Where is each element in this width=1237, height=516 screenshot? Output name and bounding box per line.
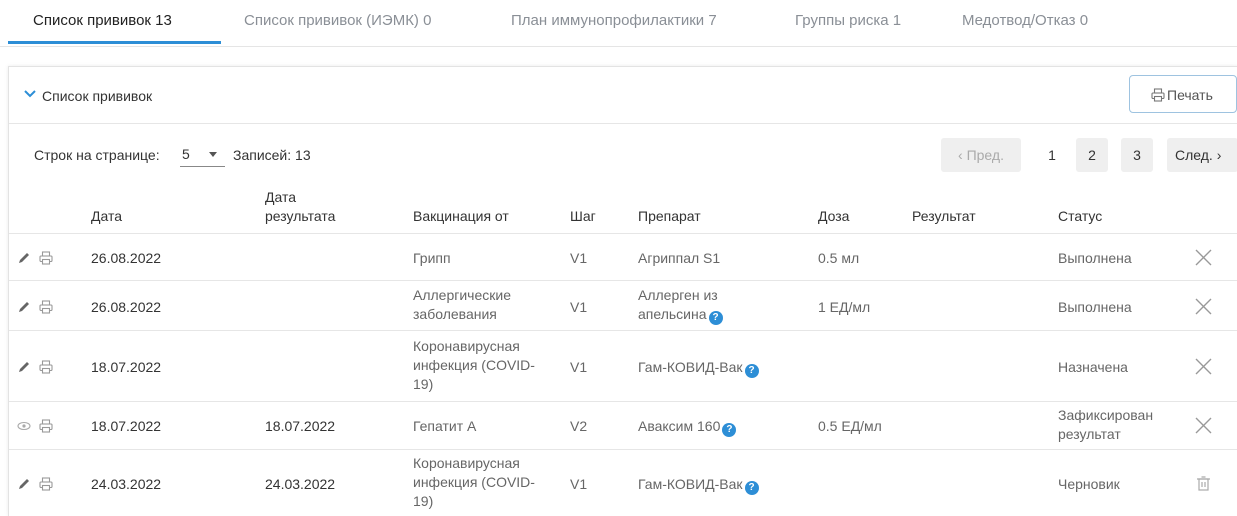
cell-date: 26.08.2022 xyxy=(91,299,162,315)
help-icon[interactable]: ? xyxy=(708,311,723,325)
cell-date: 24.03.2022 xyxy=(91,476,162,492)
col-result-date[interactable]: Дата результата xyxy=(265,188,355,226)
col-status[interactable]: Статус xyxy=(1058,207,1102,226)
cell-status: Черновик xyxy=(1058,476,1120,492)
help-icon[interactable]: ? xyxy=(744,481,759,495)
cell-date: 18.07.2022 xyxy=(91,418,162,434)
pencil-icon[interactable] xyxy=(17,300,31,314)
records-count: Записей: 13 xyxy=(233,147,311,163)
cell-dose: 1 ЕД/мл xyxy=(818,299,871,315)
cell-step: V1 xyxy=(570,476,588,492)
cell-vaccination-from: Гепатит А xyxy=(413,418,477,434)
rows-per-page-value: 5 xyxy=(182,146,190,162)
pager-row: Строк на странице: 5 Записей: 13 ‹ Пред.… xyxy=(9,124,1237,176)
col-date[interactable]: Дата xyxy=(91,207,122,226)
cell-dose: 0.5 ЕД/мл xyxy=(818,418,882,434)
col-drug[interactable]: Препарат xyxy=(638,207,701,226)
cell-drug: Аваксим 160? xyxy=(638,417,737,437)
printer-icon[interactable] xyxy=(39,251,53,265)
cell-result-date: 18.07.2022 xyxy=(265,418,336,434)
cell-step: V1 xyxy=(570,299,588,315)
drug-name: Гам-КОВИД-Вак xyxy=(638,476,743,492)
print-button[interactable]: Печать xyxy=(1129,75,1237,113)
cell-status: Назначена xyxy=(1058,359,1128,375)
cell-status: Зафиксирован результат xyxy=(1058,407,1154,442)
active-tab-indicator xyxy=(8,41,221,44)
pencil-icon[interactable] xyxy=(17,251,31,265)
tab-immunoprophylaxis-plan[interactable]: План иммунопрофилактики 7 xyxy=(511,12,717,29)
close-icon[interactable] xyxy=(1194,297,1213,316)
cell-result-date: 24.03.2022 xyxy=(265,476,336,492)
eye-icon[interactable] xyxy=(17,419,31,433)
tab-bar: Список прививок 13 Список прививок (ИЭМК… xyxy=(0,0,1237,47)
page-button-2[interactable]: 2 xyxy=(1076,138,1108,172)
page-button-3[interactable]: 3 xyxy=(1121,138,1153,172)
printer-icon[interactable] xyxy=(39,419,53,433)
col-vaccination-from[interactable]: Вакцинация от xyxy=(413,207,509,226)
chevron-down-icon[interactable] xyxy=(23,87,37,101)
cell-drug: Агриппал S1 xyxy=(638,250,721,266)
tab-medical-exemption[interactable]: Медотвод/Отказ 0 xyxy=(962,12,1088,29)
table-row[interactable]: 18.07.2022 Коронавирусная инфекция (COVI… xyxy=(9,331,1237,402)
close-icon[interactable] xyxy=(1194,248,1213,267)
cell-step: V2 xyxy=(570,418,588,434)
close-icon[interactable] xyxy=(1194,416,1213,435)
print-button-label: Печать xyxy=(1167,87,1213,103)
printer-icon xyxy=(1151,88,1165,102)
caret-down-icon xyxy=(209,152,217,157)
table-row[interactable]: 26.08.2022 Аллергические заболевания V1 … xyxy=(9,281,1237,331)
trash-icon[interactable] xyxy=(1194,474,1213,493)
drug-name: Аллерген из апельсина xyxy=(638,287,718,322)
table-row[interactable]: 26.08.2022 Грипп V1 Агриппал S1 0.5 мл В… xyxy=(9,234,1237,281)
vaccination-panel: Список прививок Печать Строк на странице… xyxy=(8,66,1237,516)
cell-drug: Аллерген из апельсина? xyxy=(638,286,758,325)
records-value: 13 xyxy=(295,147,311,163)
cell-status: Выполнена xyxy=(1058,250,1132,266)
cell-step: V1 xyxy=(570,250,588,266)
table-row[interactable]: 24.03.2022 24.03.2022 Коронавирусная инф… xyxy=(9,450,1237,516)
cell-vaccination-from: Коронавирусная инфекция (COVID-19) xyxy=(413,455,535,509)
table-header: Дата Дата результата Вакцинация от Шаг П… xyxy=(9,177,1237,234)
cell-drug: Гам-КОВИД-Вак? xyxy=(638,475,759,495)
tab-vaccination-list[interactable]: Список прививок 13 xyxy=(33,12,172,29)
tab-vaccination-list-iemk[interactable]: Список прививок (ИЭМК) 0 xyxy=(244,12,431,29)
col-step[interactable]: Шаг xyxy=(570,207,596,226)
cell-vaccination-from: Грипп xyxy=(413,250,451,266)
prev-page-button[interactable]: ‹ Пред. xyxy=(941,138,1021,172)
next-page-button[interactable]: След. › xyxy=(1167,138,1237,172)
cell-step: V1 xyxy=(570,359,588,375)
cell-drug: Гам-КОВИД-Вак? xyxy=(638,358,759,378)
tab-risk-groups[interactable]: Группы риска 1 xyxy=(795,12,901,29)
cell-date: 26.08.2022 xyxy=(91,250,162,266)
pencil-icon[interactable] xyxy=(17,477,31,491)
page-button-1[interactable]: 1 xyxy=(1039,138,1065,172)
cell-vaccination-from: Коронавирусная инфекция (COVID-19) xyxy=(413,338,535,392)
rows-per-page-label: Строк на странице: xyxy=(34,147,160,163)
table-row[interactable]: 18.07.2022 18.07.2022 Гепатит А V2 Авакс… xyxy=(9,402,1237,450)
panel-header[interactable]: Список прививок Печать xyxy=(9,67,1237,124)
col-dose[interactable]: Доза xyxy=(818,207,849,226)
printer-icon[interactable] xyxy=(39,477,53,491)
pencil-icon[interactable] xyxy=(17,360,31,374)
rows-per-page-select[interactable]: 5 xyxy=(180,144,225,167)
col-result[interactable]: Результат xyxy=(912,207,976,226)
printer-icon[interactable] xyxy=(39,360,53,374)
close-icon[interactable] xyxy=(1194,357,1213,376)
drug-name: Аваксим 160 xyxy=(638,418,721,434)
cell-date: 18.07.2022 xyxy=(91,359,162,375)
help-icon[interactable]: ? xyxy=(722,423,737,437)
cell-vaccination-from: Аллергические заболевания xyxy=(413,287,511,322)
cell-status: Выполнена xyxy=(1058,299,1132,315)
drug-name: Гам-КОВИД-Вак xyxy=(638,359,743,375)
cell-dose: 0.5 мл xyxy=(818,250,860,266)
help-icon[interactable]: ? xyxy=(744,364,759,378)
panel-title: Список прививок xyxy=(42,88,153,104)
records-label: Записей: xyxy=(233,147,292,163)
printer-icon[interactable] xyxy=(39,300,53,314)
